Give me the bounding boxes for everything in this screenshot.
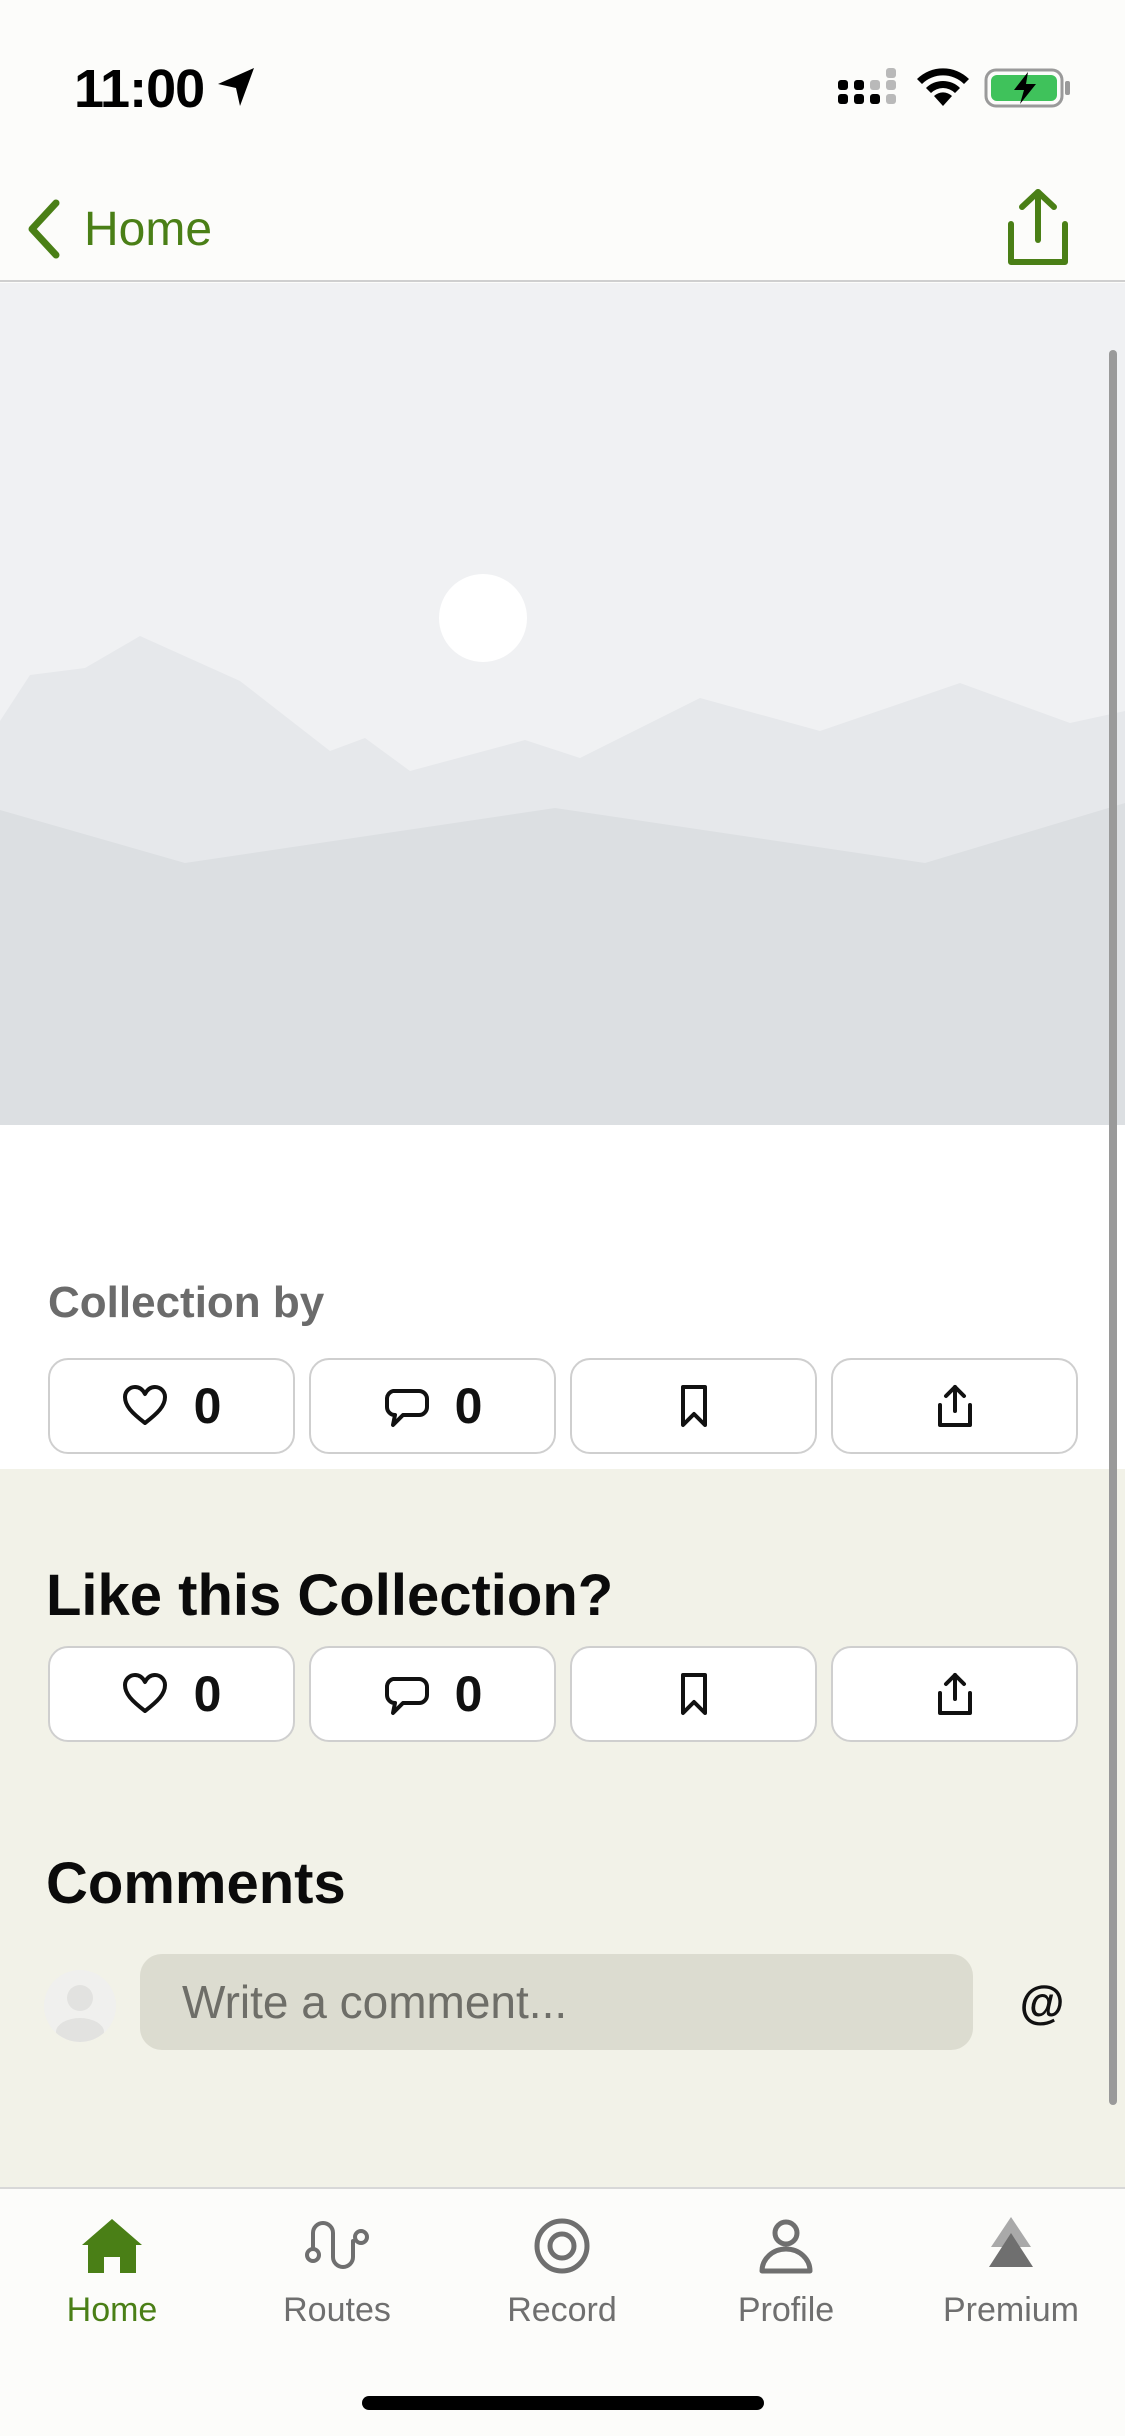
premium-icon [989, 2217, 1033, 2267]
comment-button[interactable]: 0 [309, 1646, 556, 1742]
comment-count: 0 [454, 1378, 483, 1434]
collection-screen: 11:00 Home Collection by 0 0 Like this C… [0, 0, 1125, 2436]
bookmark-button[interactable] [570, 1646, 817, 1742]
tab-routes[interactable]: Routes [247, 2213, 427, 2353]
chevron-left-icon [28, 199, 60, 259]
scrollbar[interactable] [1109, 350, 1117, 2105]
back-label: Home [84, 202, 213, 256]
avatar [44, 1970, 116, 2042]
mention-button[interactable]: @ [1010, 1970, 1074, 2034]
tab-home[interactable]: Home [22, 2213, 202, 2353]
bookmark-button[interactable] [570, 1358, 817, 1454]
heart-icon [122, 1385, 167, 1425]
back-button[interactable]: Home [22, 184, 212, 274]
collection-actions: 0 0 [48, 1358, 1078, 1454]
landscape-placeholder-icon [0, 574, 1125, 1125]
comment-input[interactable] [140, 1954, 973, 2050]
navigation-bar: Home [0, 170, 1125, 282]
collection-cover-image [0, 283, 1125, 1125]
comments-heading: Comments [46, 1851, 346, 1916]
tab-label: Home [66, 2291, 158, 2329]
share-icon [937, 1385, 972, 1427]
home-indicator [362, 2396, 764, 2410]
heart-icon [122, 1673, 167, 1713]
tab-label: Routes [283, 2291, 391, 2329]
record-icon [534, 2218, 590, 2274]
tab-label: Premium [942, 2291, 1080, 2329]
bookmark-icon [680, 1385, 707, 1427]
share-icon [937, 1673, 972, 1715]
comment-button[interactable]: 0 [309, 1358, 556, 1454]
tab-label: Profile [737, 2291, 835, 2329]
engagement-actions: 0 0 [48, 1646, 1078, 1742]
share-button[interactable] [831, 1358, 1078, 1454]
like-button[interactable]: 0 [48, 1358, 295, 1454]
user-placeholder-icon [56, 1985, 104, 2042]
status-time: 11:00 [74, 59, 205, 119]
like-count: 0 [193, 1378, 222, 1434]
collection-author-label: Collection by [48, 1278, 325, 1327]
profile-icon [759, 2219, 813, 2274]
tab-label: Record [507, 2291, 617, 2329]
status-bar: 11:00 [0, 0, 1125, 170]
routes-icon [305, 2221, 369, 2269]
location-arrow-icon [218, 68, 254, 106]
tab-premium[interactable]: Premium [921, 2213, 1101, 2353]
like-count: 0 [193, 1666, 222, 1722]
comment-bubble-icon [384, 1677, 429, 1715]
comment-count: 0 [454, 1666, 483, 1722]
bookmark-icon [680, 1673, 707, 1715]
battery-charging-icon [984, 68, 1070, 108]
comment-bubble-icon [384, 1389, 429, 1427]
tab-profile[interactable]: Profile [696, 2213, 876, 2353]
home-icon [82, 2219, 142, 2273]
share-icon[interactable] [997, 184, 1079, 270]
cellular-signal-icon [838, 68, 896, 104]
engagement-title: Like this Collection? [46, 1563, 614, 1628]
like-button[interactable]: 0 [48, 1646, 295, 1742]
wifi-icon [917, 68, 969, 106]
tab-record[interactable]: Record [472, 2213, 652, 2353]
share-button[interactable] [831, 1646, 1078, 1742]
